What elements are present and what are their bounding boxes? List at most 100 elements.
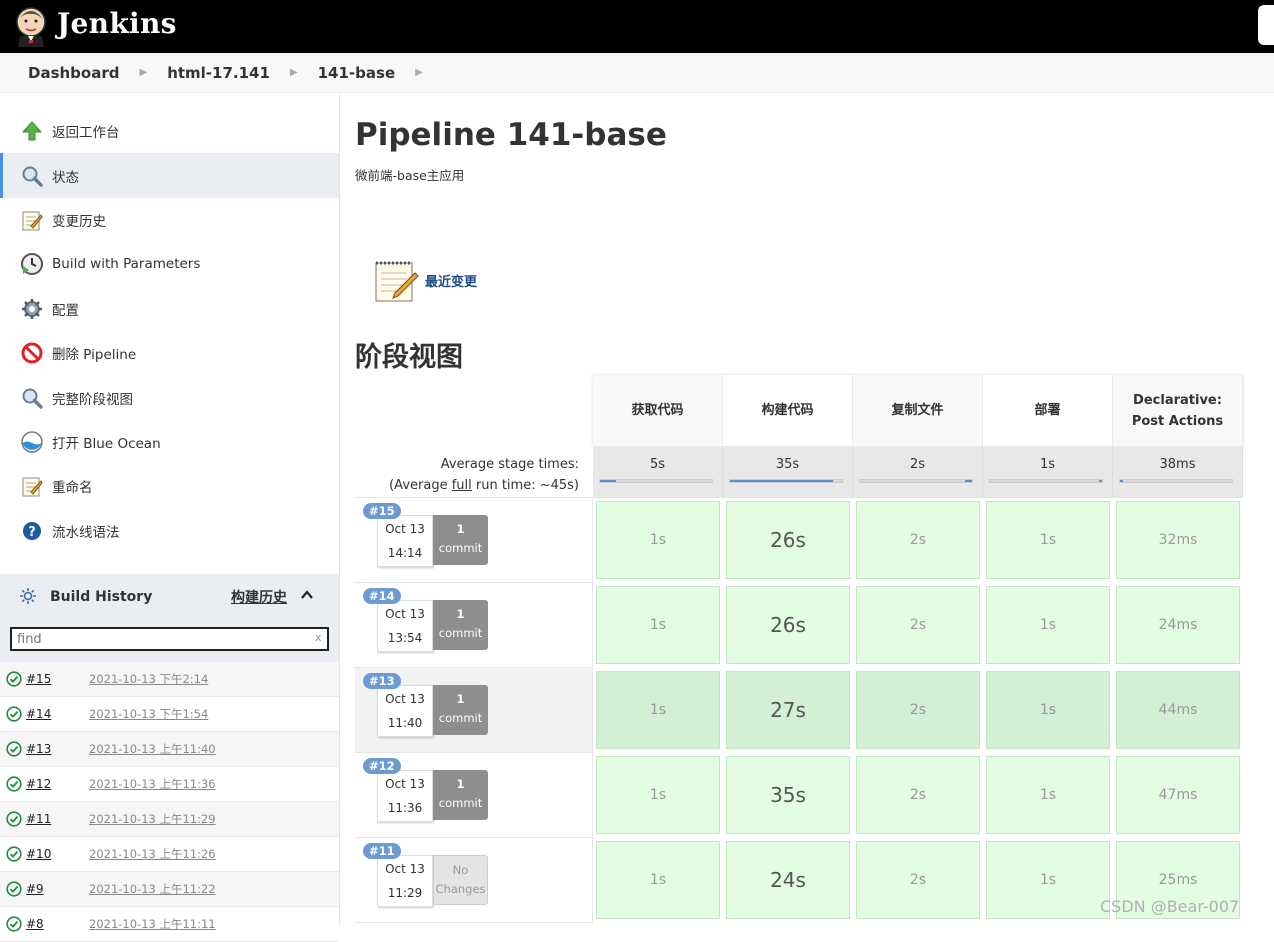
run-changeset[interactable]: 1 commit [433, 515, 488, 565]
stage-cell[interactable]: 44ms [1113, 668, 1243, 753]
build-history-header: Build History 构建历史 [0, 574, 339, 619]
stage-cell[interactable]: 1s [593, 498, 723, 583]
run-number-badge[interactable]: #12 [363, 758, 401, 774]
stage-cell[interactable]: 1s [593, 838, 723, 923]
run-changeset[interactable]: 1 commit [433, 600, 488, 650]
stage-cell[interactable]: 1s [983, 498, 1113, 583]
stage-cell[interactable]: 2s [853, 753, 983, 838]
stage-cell[interactable]: 47ms [1113, 753, 1243, 838]
build-number-link[interactable]: #8 [26, 917, 44, 931]
stage-cell[interactable]: 2s [853, 668, 983, 753]
build-date-link[interactable]: 2021-10-13 上午11:22 [89, 881, 216, 897]
task-label: 流水线语法 [52, 524, 120, 541]
build-number-link[interactable]: #15 [26, 672, 51, 686]
run-number-badge[interactable]: #13 [363, 673, 401, 689]
clear-search-icon[interactable]: x [315, 631, 322, 644]
stage-cell[interactable]: 1s [593, 583, 723, 668]
build-date-link[interactable]: 2021-10-13 上午11:29 [89, 811, 216, 827]
breadcrumb-dashboard[interactable]: Dashboard [28, 64, 119, 82]
stage-header[interactable]: 部署 [983, 375, 1113, 446]
stage-cell[interactable]: 1s [983, 753, 1113, 838]
build-number-link[interactable]: #11 [26, 812, 51, 826]
stage-cell[interactable]: 2s [853, 838, 983, 923]
build-number-link[interactable]: #10 [26, 847, 51, 861]
average-progress-fill [1099, 480, 1102, 482]
stage-cell[interactable]: 1s [983, 838, 1113, 923]
run-changeset[interactable]: 1 commit [433, 770, 488, 820]
stage-duration: 1s [986, 501, 1110, 579]
stage-duration: 24ms [1116, 586, 1240, 664]
chevron-right-icon[interactable]: ▶ [290, 67, 298, 78]
build-date-link[interactable]: 2021-10-13 上午11:36 [89, 776, 216, 792]
task-changes[interactable]: 变更历史 [0, 198, 339, 242]
build-number-link[interactable]: #14 [26, 707, 51, 721]
build-date-link[interactable]: 2021-10-13 下午1:54 [89, 706, 208, 722]
stage-cell[interactable]: 27s [723, 668, 853, 753]
task-pipeline-syntax[interactable]: ? 流水线语法 [0, 509, 339, 553]
breadcrumb-folder[interactable]: html-17.141 [167, 64, 270, 82]
chevron-right-icon[interactable]: ▶ [415, 67, 423, 78]
run-number-badge[interactable]: #15 [363, 503, 401, 519]
task-open-blue-ocean[interactable]: 打开 Blue Ocean [0, 420, 339, 464]
recent-changes-link[interactable]: 最近变更 [425, 271, 477, 290]
build-history-row: #13 2021-10-13 上午11:40 [0, 732, 339, 767]
chevron-right-icon[interactable]: ▶ [139, 67, 147, 78]
stage-cell[interactable]: 1s [593, 668, 723, 753]
build-date-link[interactable]: 2021-10-13 上午11:11 [89, 916, 216, 932]
run-number-badge[interactable]: #11 [363, 843, 401, 859]
blue-ocean-icon [20, 430, 44, 454]
build-number-link[interactable]: #9 [26, 882, 44, 896]
chevron-up-icon[interactable] [300, 588, 314, 602]
stage-cell[interactable]: 24ms [1113, 583, 1243, 668]
run-number-badge[interactable]: #14 [363, 588, 401, 604]
stage-header[interactable]: 复制文件 [853, 375, 983, 446]
build-number-link[interactable]: #13 [26, 742, 51, 756]
stage-cell[interactable]: 35s [723, 753, 853, 838]
avg-prefix: (Average [389, 478, 452, 493]
stage-cell[interactable]: 32ms [1113, 498, 1243, 583]
task-full-stage-view[interactable]: 完整阶段视图 [0, 375, 339, 419]
stage-cell[interactable]: 24s [723, 838, 853, 923]
task-build-with-parameters[interactable]: Build with Parameters [0, 242, 339, 286]
avg-suffix: run time: ~45s) [471, 478, 579, 493]
stage-header[interactable]: 获取代码 [593, 375, 723, 446]
build-history-list: #15 2021-10-13 下午2:14 #14 2021-10-13 下午1… [0, 662, 339, 942]
run-changeset[interactable]: 1 commit [433, 685, 488, 735]
build-number-link[interactable]: #12 [26, 777, 51, 791]
jenkins-logo-icon[interactable] [14, 5, 48, 47]
notepad-icon[interactable] [373, 257, 419, 303]
average-progress-fill [600, 480, 616, 482]
commit-count: 1 [456, 522, 465, 536]
run-changeset[interactable]: No Changes [433, 855, 488, 905]
stage-cell[interactable]: 1s [593, 753, 723, 838]
full-run-link[interactable]: full [452, 478, 472, 493]
task-rename[interactable]: 重命名 [0, 464, 339, 508]
stage-header[interactable]: Declarative: Post Actions [1113, 375, 1243, 446]
stage-cell[interactable]: 26s [723, 583, 853, 668]
task-back-to-dashboard[interactable]: 返回工作台 [0, 109, 339, 153]
build-date-link[interactable]: 2021-10-13 上午11:40 [89, 741, 216, 757]
stage-cell[interactable]: 1s [983, 668, 1113, 753]
stage-cell[interactable]: 2s [853, 583, 983, 668]
build-trend-link[interactable]: 构建历史 [231, 587, 287, 607]
task-label: 重命名 [52, 480, 93, 497]
jenkins-brand[interactable]: Jenkins [57, 7, 177, 40]
task-delete-pipeline[interactable]: 删除 Pipeline [0, 331, 339, 375]
build-search-input[interactable] [10, 627, 329, 651]
run-info: Oct 13 11:29 No Changes #11 [355, 838, 593, 923]
stage-header[interactable]: 构建代码 [723, 375, 853, 446]
stage-cell[interactable]: 26s [723, 498, 853, 583]
task-status[interactable]: 状态 [0, 153, 339, 199]
average-progress-bar [1119, 479, 1233, 483]
svg-text:?: ? [28, 525, 36, 540]
breadcrumb: Dashboard ▶ html-17.141 ▶ 141-base ▶ [0, 53, 1274, 93]
side-panel: 返回工作台 状态 变更历史 Build with Parameters 配置 删… [0, 93, 340, 942]
task-configure[interactable]: 配置 [0, 287, 339, 331]
stage-cell[interactable]: 1s [983, 583, 1113, 668]
breadcrumb-job[interactable]: 141-base [318, 64, 396, 82]
header-search-box[interactable] [1258, 5, 1274, 45]
build-date-link[interactable]: 2021-10-13 上午11:26 [89, 846, 216, 862]
build-date-link[interactable]: 2021-10-13 下午2:14 [89, 671, 208, 687]
stage-cell[interactable]: 2s [853, 498, 983, 583]
run-row: Oct 13 13:54 1 commit #14 1s 26s 2s 1s 24m… [355, 583, 1246, 668]
